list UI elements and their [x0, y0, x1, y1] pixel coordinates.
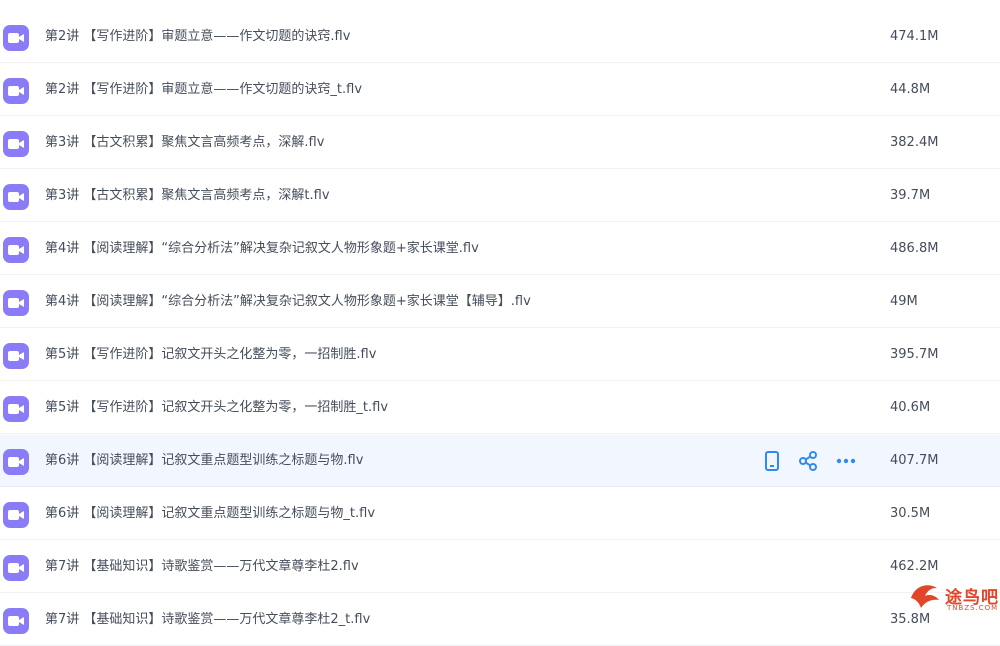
video-file-icon [3, 25, 29, 51]
file-name[interactable]: 第4讲 【阅读理解】“综合分析法”解决复杂记叙文人物形象题+家长课堂.flv [45, 223, 479, 275]
file-name[interactable]: 第7讲 【基础知识】诗歌鉴赏——万代文章尊李杜2.flv [45, 541, 359, 593]
video-file-icon [3, 343, 29, 369]
file-size: 40.6M [890, 400, 931, 415]
file-row[interactable]: 第4讲 【阅读理解】“综合分析法”解决复杂记叙文人物形象题+家长课堂【辅导】.f… [0, 276, 1000, 328]
file-name[interactable]: 第3讲 【古文积累】聚焦文言高频考点，深解.flv [45, 117, 324, 169]
file-name[interactable]: 第6讲 【阅读理解】记叙文重点题型训练之标题与物.flv [45, 435, 363, 487]
bird-logo-icon [911, 585, 939, 608]
video-file-icon [3, 608, 29, 634]
file-name[interactable]: 第5讲 【写作进阶】记叙文开头之化整为零，一招制胜.flv [45, 329, 376, 381]
file-row[interactable]: 第3讲 【古文积累】聚焦文言高频考点，深解t.flv 39.7M [0, 170, 1000, 222]
video-file-icon [3, 78, 29, 104]
file-name[interactable]: 第2讲 【写作进阶】审题立意——作文切题的诀窍_t.flv [45, 64, 362, 116]
video-file-icon [3, 502, 29, 528]
file-name[interactable]: 第6讲 【阅读理解】记叙文重点题型训练之标题与物_t.flv [45, 488, 375, 540]
watermark-subtext: TNBZS.COM [947, 604, 999, 612]
file-row[interactable]: 第3讲 【古文积累】聚焦文言高频考点，深解.flv 382.4M [0, 117, 1000, 169]
video-file-icon [3, 396, 29, 422]
file-size: 39.7M [890, 188, 931, 203]
file-row[interactable]: 第5讲 【写作进阶】记叙文开头之化整为零，一招制胜_t.flv 40.6M [0, 382, 1000, 434]
file-name[interactable]: 第3讲 【古文积累】聚焦文言高频考点，深解t.flv [45, 170, 330, 222]
video-file-icon [3, 237, 29, 263]
file-name[interactable]: 第5讲 【写作进阶】记叙文开头之化整为零，一招制胜_t.flv [45, 382, 388, 434]
video-file-icon [3, 131, 29, 157]
file-size: 486.8M [890, 241, 939, 256]
file-row[interactable]: 第5讲 【写作进阶】记叙文开头之化整为零，一招制胜.flv 395.7M [0, 329, 1000, 381]
file-row[interactable]: 第2讲 【写作进阶】审题立意——作文切题的诀窍_t.flv 44.8M [0, 64, 1000, 116]
file-row[interactable]: 第6讲 【阅读理解】记叙文重点题型训练之标题与物.flv 407.7M [0, 435, 1000, 487]
video-file-icon [3, 184, 29, 210]
file-size: 395.7M [890, 347, 939, 362]
file-name[interactable]: 第2讲 【写作进阶】审题立意——作文切题的诀窍.flv [45, 11, 350, 63]
file-size: 49M [890, 294, 918, 309]
file-name[interactable]: 第4讲 【阅读理解】“综合分析法”解决复杂记叙文人物形象题+家长课堂【辅导】.f… [45, 276, 531, 328]
file-row[interactable]: 第6讲 【阅读理解】记叙文重点题型训练之标题与物_t.flv 30.5M [0, 488, 1000, 540]
file-row[interactable]: 第7讲 【基础知识】诗歌鉴赏——万代文章尊李杜2_t.flv 35.8M [0, 594, 1000, 646]
video-file-icon [3, 555, 29, 581]
phone-icon[interactable] [760, 449, 784, 473]
file-name[interactable]: 第7讲 【基础知识】诗歌鉴赏——万代文章尊李杜2_t.flv [45, 594, 370, 646]
file-size: 474.1M [890, 29, 939, 44]
file-size: 407.7M [890, 453, 939, 468]
file-row[interactable]: 第4讲 【阅读理解】“综合分析法”解决复杂记叙文人物形象题+家长课堂.flv 48… [0, 223, 1000, 275]
share-icon[interactable] [796, 449, 820, 473]
file-size: 30.5M [890, 506, 931, 521]
file-row[interactable]: 第2讲 【写作进阶】审题立意——作文切题的诀窍.flv 474.1M [0, 11, 1000, 63]
file-row[interactable]: 第7讲 【基础知识】诗歌鉴赏——万代文章尊李杜2.flv 462.2M [0, 541, 1000, 593]
file-size: 44.8M [890, 82, 931, 97]
file-size: 382.4M [890, 135, 939, 150]
watermark: 途鸟吧 TNBZS.COM [905, 578, 1000, 616]
more-icon[interactable] [834, 449, 858, 473]
video-file-icon [3, 290, 29, 316]
video-file-icon [3, 449, 29, 475]
